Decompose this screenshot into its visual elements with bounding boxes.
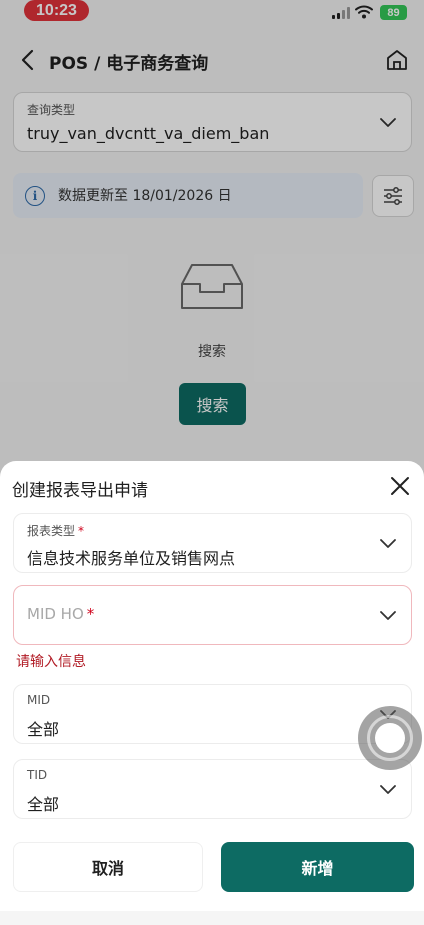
mid-ho-select[interactable]: MID HO * <box>13 585 412 645</box>
add-button[interactable]: 新增 <box>221 842 414 892</box>
cancel-button[interactable]: 取消 <box>13 842 203 892</box>
report-type-value: 信息技术服务单位及销售网点 <box>27 549 236 568</box>
report-type-select[interactable]: 报表类型 * 信息技术服务单位及销售网点 <box>13 513 412 573</box>
chevron-down-icon <box>380 611 396 620</box>
required-marker: * <box>78 524 85 538</box>
close-icon[interactable] <box>389 475 411 497</box>
report-type-label: 报表类型 <box>27 524 76 538</box>
mid-select[interactable]: MID 全部 <box>13 684 412 744</box>
home-indicator-area <box>0 911 424 925</box>
mid-ho-placeholder: MID HO <box>27 605 84 623</box>
create-export-request-sheet: 创建报表导出申请 报表类型 * 信息技术服务单位及销售网点 MID HO * 请输入… <box>0 461 424 925</box>
mid-value: 全部 <box>27 720 60 739</box>
required-marker: * <box>86 605 95 623</box>
mid-label: MID <box>27 693 51 707</box>
tid-label: TID <box>27 768 48 782</box>
mid-ho-error-message: 请输入信息 <box>16 654 86 670</box>
sheet-title: 创建报表导出申请 <box>12 481 148 501</box>
tid-value: 全部 <box>27 795 60 814</box>
chevron-down-icon <box>380 785 396 794</box>
tid-select[interactable]: TID 全部 <box>13 759 412 819</box>
assistive-touch-button[interactable] <box>358 706 422 770</box>
chevron-down-icon <box>380 539 396 548</box>
